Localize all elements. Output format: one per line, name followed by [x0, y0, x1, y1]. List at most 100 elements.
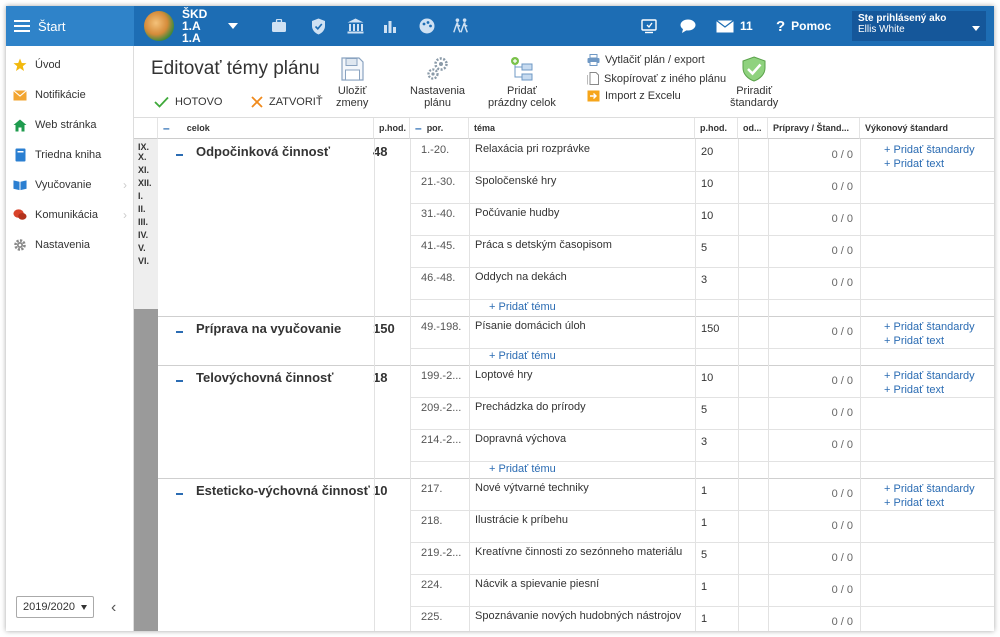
topic-hours[interactable]: 20: [701, 146, 713, 158]
preparations-ratio[interactable]: 0 / 0: [813, 407, 853, 419]
group-title[interactable]: Príprava na vyučovanie: [196, 321, 341, 336]
topic-title[interactable]: Počúvanie hudby: [475, 207, 559, 219]
sidebar-item-notifikacie[interactable]: Notifikácie: [6, 80, 133, 110]
people-walking-icon[interactable]: [452, 17, 470, 35]
month-label[interactable]: IV.: [134, 230, 158, 243]
briefcase-icon[interactable]: [270, 17, 288, 35]
topic-title[interactable]: Nácvik a spievanie piesní: [475, 578, 599, 590]
preparations-ratio[interactable]: 0 / 0: [813, 552, 853, 564]
help-button[interactable]: ? Pomoc: [776, 6, 831, 46]
preparations-ratio[interactable]: 0 / 0: [813, 181, 853, 193]
topic-hours[interactable]: 5: [701, 549, 707, 561]
group-title[interactable]: Esteticko-výchovná činnosť: [196, 483, 370, 498]
topic-order[interactable]: 219.-2...: [421, 547, 461, 559]
preparations-ratio[interactable]: 0 / 0: [813, 616, 853, 628]
from-header[interactable]: od...: [738, 118, 768, 139]
topic-header[interactable]: téma: [469, 118, 695, 139]
institution-icon[interactable]: [346, 17, 364, 35]
add-topic-link[interactable]: + Pridať tému: [489, 301, 556, 313]
bar-chart-icon[interactable]: [381, 17, 399, 35]
topic-title[interactable]: Nové výtvarné techniky: [475, 482, 589, 494]
add-topic-link[interactable]: + Pridať tému: [489, 463, 556, 475]
messages-button[interactable]: 11: [716, 6, 753, 46]
topic-hours[interactable]: 10: [701, 210, 713, 222]
month-label[interactable]: III.: [134, 217, 158, 230]
month-label[interactable]: IX.: [134, 139, 158, 152]
month-label[interactable]: I.: [134, 191, 158, 204]
preparations-ratio[interactable]: 0 / 0: [813, 326, 853, 338]
preparations-ratio[interactable]: 0 / 0: [813, 584, 853, 596]
palette-icon[interactable]: [418, 17, 436, 35]
done-button[interactable]: HOTOVO: [154, 96, 222, 108]
topic-hours[interactable]: 3: [701, 274, 707, 286]
topic-hours[interactable]: 1: [701, 581, 707, 593]
preparations-ratio[interactable]: 0 / 0: [813, 488, 853, 500]
topic-order[interactable]: 218.: [421, 515, 442, 527]
topic-title[interactable]: Loptové hry: [475, 369, 532, 381]
celok-header[interactable]: – celok: [158, 118, 374, 139]
add-empty-unit-button[interactable]: Pridať prázdny celok: [488, 56, 556, 109]
collapse-group-icon[interactable]: [176, 331, 183, 333]
add-text-link[interactable]: + Pridať text: [884, 384, 944, 396]
topic-order[interactable]: 41.-45.: [421, 240, 455, 252]
topic-hours[interactable]: 10: [701, 178, 713, 190]
monitor-icon[interactable]: [640, 17, 658, 35]
month-label[interactable]: II.: [134, 204, 158, 217]
copy-plan-button[interactable]: Skopírovať z iného plánu: [587, 72, 726, 85]
collapse-group-icon[interactable]: [176, 380, 183, 382]
user-menu[interactable]: Ste prihlásený ako Ellis White: [852, 11, 986, 41]
topic-order[interactable]: 217.: [421, 483, 442, 495]
assign-standards-button[interactable]: Priradiť štandardy: [730, 56, 778, 109]
month-label[interactable]: VI.: [134, 256, 158, 269]
topic-order[interactable]: 209.-2...: [421, 402, 461, 414]
add-standard-link[interactable]: + Pridať štandardy: [884, 483, 975, 495]
topic-hours[interactable]: 1: [701, 517, 707, 529]
topic-title[interactable]: Spoznávanie nových hudobných nástrojov: [475, 610, 681, 622]
topic-hours[interactable]: 150: [701, 323, 719, 335]
topic-title[interactable]: Relaxácia pri rozprávke: [475, 143, 590, 155]
topic-title[interactable]: Ilustrácie k príbehu: [475, 514, 568, 526]
topic-order[interactable]: 225.: [421, 611, 442, 623]
collapse-group-icon[interactable]: [176, 154, 183, 156]
chat-bubble-icon[interactable]: [680, 17, 698, 35]
month-label[interactable]: XII.: [134, 178, 158, 191]
collapse-group-icon[interactable]: [176, 493, 183, 495]
topic-title[interactable]: Práca s detským časopisom: [475, 239, 612, 251]
preparations-ratio[interactable]: 0 / 0: [813, 277, 853, 289]
start-menu-button[interactable]: Štart: [6, 6, 134, 46]
close-button[interactable]: ZATVORIŤ: [251, 96, 323, 108]
add-standard-link[interactable]: + Pridať štandardy: [884, 144, 975, 156]
topic-hours[interactable]: 5: [701, 404, 707, 416]
preparations-ratio[interactable]: 0 / 0: [813, 149, 853, 161]
standard-header[interactable]: Výkonový štandard: [860, 118, 994, 139]
sidebar-item-web-stranka[interactable]: Web stránka: [6, 110, 133, 140]
save-changes-button[interactable]: Uložiť zmeny: [336, 56, 368, 109]
group-title[interactable]: Odpočinková činnosť: [196, 144, 330, 159]
month-label[interactable]: V.: [134, 243, 158, 256]
class-selector[interactable]: ŠKD 1.A 1.A: [144, 8, 238, 44]
topic-order[interactable]: 21.-30.: [421, 176, 455, 188]
order-header[interactable]: – por.: [410, 118, 469, 139]
topic-order[interactable]: 1.-20.: [421, 144, 449, 156]
month-label[interactable]: XI.: [134, 165, 158, 178]
topic-hours[interactable]: 3: [701, 436, 707, 448]
sidebar-item-uvod[interactable]: Úvod: [6, 50, 133, 80]
school-year-select[interactable]: 2019/2020: [16, 596, 94, 618]
topic-title[interactable]: Oddych na dekách: [475, 271, 567, 283]
preparations-header[interactable]: Prípravy / Štand...: [768, 118, 860, 139]
topic-order[interactable]: 199.-2...: [421, 370, 461, 382]
topic-order[interactable]: 46.-48.: [421, 272, 455, 284]
hours-header[interactable]: p.hod.: [374, 118, 410, 139]
topic-hours[interactable]: 10: [701, 372, 713, 384]
topic-title[interactable]: Kreatívne činnosti zo sezónneho materiál…: [475, 546, 682, 558]
topic-title[interactable]: Spoločenské hry: [475, 175, 556, 187]
month-label[interactable]: X.: [134, 152, 158, 165]
sidebar-item-vyucovanie[interactable]: Vyučovanie ›: [6, 170, 133, 200]
add-standard-link[interactable]: + Pridať štandardy: [884, 370, 975, 382]
topic-title[interactable]: Písanie domácich úloh: [475, 320, 586, 332]
add-text-link[interactable]: + Pridať text: [884, 335, 944, 347]
add-text-link[interactable]: + Pridať text: [884, 497, 944, 509]
sidebar-item-nastavenia[interactable]: Nastavenia: [6, 230, 133, 260]
sidebar-item-triedna-kniha[interactable]: Triedna kniha: [6, 140, 133, 170]
plan-settings-button[interactable]: Nastavenia plánu: [410, 56, 465, 109]
